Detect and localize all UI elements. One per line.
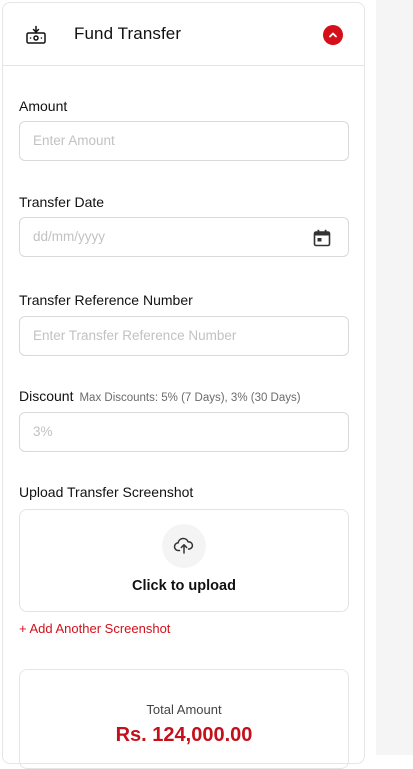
amount-input[interactable]: Enter Amount (19, 121, 349, 161)
amount-label: Amount (19, 98, 68, 114)
transfer-date-input[interactable]: dd/mm/yyyy (19, 217, 349, 257)
upload-icon-wrap (162, 524, 206, 568)
card-title: Fund Transfer (74, 24, 182, 43)
reference-placeholder: Enter Transfer Reference Number (33, 328, 237, 343)
reference-input[interactable]: Enter Transfer Reference Number (19, 316, 349, 356)
money-transfer-icon (24, 24, 48, 48)
discount-hint: Max Discounts: 5% (7 Days), 3% (30 Days) (79, 392, 301, 404)
discount-input[interactable]: 3% (19, 412, 349, 452)
discount-placeholder: 3% (33, 424, 53, 439)
transfer-date-placeholder: dd/mm/yyyy (33, 229, 106, 244)
fund-transfer-card: Fund Transfer Amount Enter Amount Transf… (2, 2, 365, 769)
upload-cta[interactable]: Click to upload (20, 578, 348, 594)
total-value: Rs. 124,000.00 (115, 724, 253, 746)
upload-dropzone[interactable]: Click to upload (19, 509, 349, 612)
amount-placeholder: Enter Amount (33, 133, 115, 148)
total-summary: Total Amount Rs. 124,000.00 (19, 669, 349, 769)
card-header[interactable]: Fund Transfer (3, 3, 364, 66)
cloud-upload-icon (173, 537, 194, 554)
collapse-button[interactable] (323, 25, 343, 45)
scroll-gutter (376, 0, 413, 755)
add-another-screenshot-link[interactable]: + Add Another Screenshot (19, 621, 170, 636)
page: Fund Transfer Amount Enter Amount Transf… (0, 0, 413, 769)
calendar-icon[interactable] (313, 229, 331, 247)
reference-label: Transfer Reference Number (19, 292, 193, 308)
chevron-up-icon (329, 32, 337, 38)
discount-label-text: Discount (19, 388, 74, 404)
transfer-date-label: Transfer Date (19, 194, 105, 210)
total-label: Total Amount (146, 702, 222, 717)
discount-label: Discount Max Discounts: 5% (7 Days), 3% (… (19, 388, 301, 404)
upload-label: Upload Transfer Screenshot (19, 484, 194, 500)
